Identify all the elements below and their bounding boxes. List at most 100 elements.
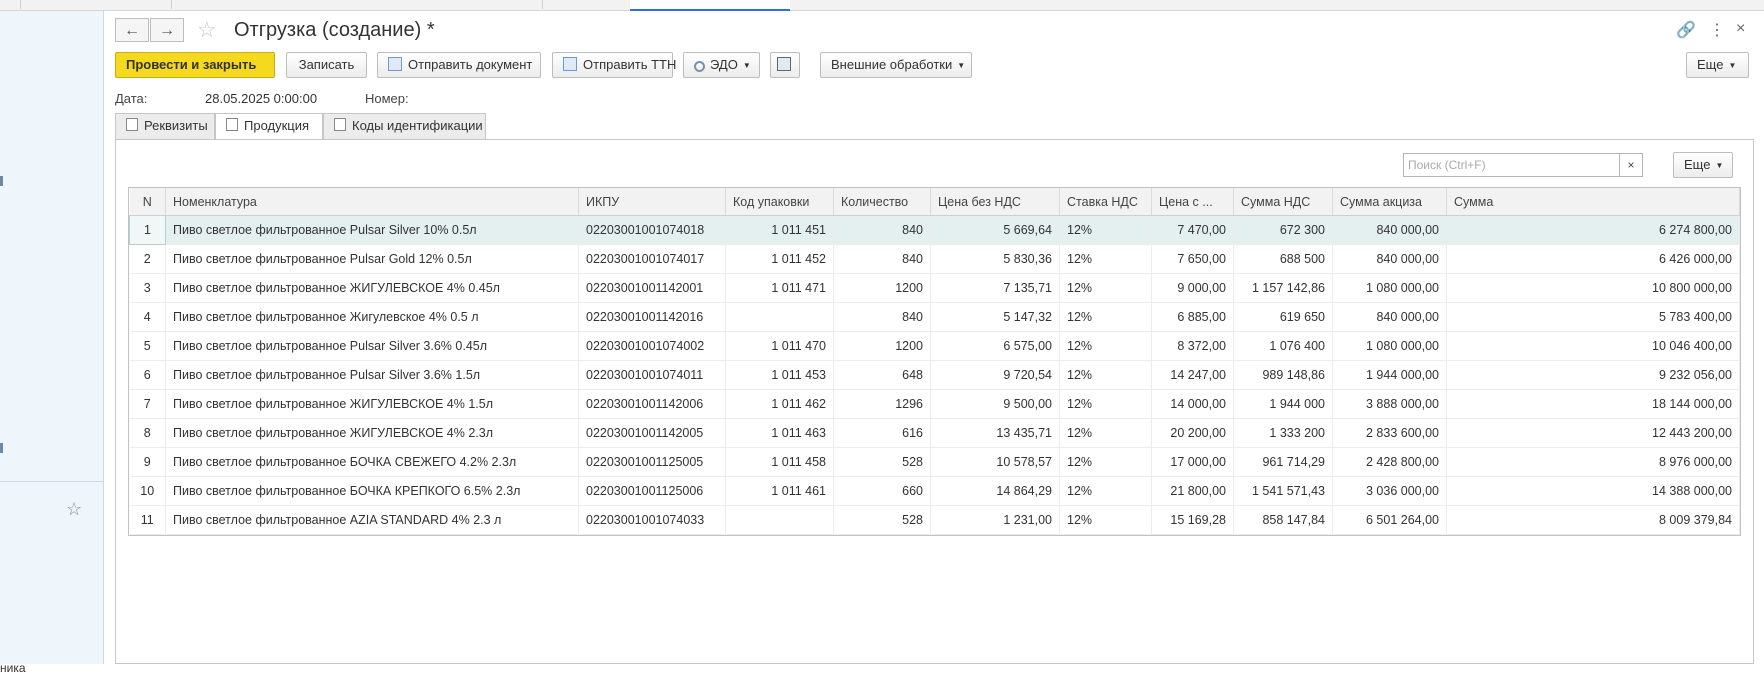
- table-cell[interactable]: 14 247,00: [1151, 360, 1234, 390]
- column-header[interactable]: N: [129, 188, 166, 216]
- table-row[interactable]: 11 Пиво светлое фильтрованное AZIA STANDA…: [129, 505, 1740, 535]
- table-row[interactable]: 8 Пиво светлое фильтрованное ЖИГУЛЕВСКОЕ …: [129, 418, 1740, 448]
- table-cell[interactable]: 528: [833, 447, 931, 477]
- table-cell[interactable]: 1 157 142,86: [1233, 273, 1333, 303]
- table-cell[interactable]: 840 000,00: [1332, 244, 1447, 274]
- table-cell[interactable]: 2 428 800,00: [1332, 447, 1447, 477]
- tab-requisites[interactable]: Реквизиты: [115, 113, 215, 139]
- table-cell[interactable]: 9 720,54: [930, 360, 1060, 390]
- table-cell[interactable]: 1 231,00: [930, 505, 1060, 535]
- table-cell[interactable]: 1 011 471: [725, 273, 834, 303]
- top-tab[interactable]: [20, 0, 172, 9]
- external-processing-button[interactable]: Внешние обработки ▼: [820, 52, 972, 78]
- table-cell[interactable]: Пиво светлое фильтрованное Pulsar Silver…: [165, 360, 579, 390]
- table-cell[interactable]: 15 169,28: [1151, 505, 1234, 535]
- table-cell[interactable]: 21 800,00: [1151, 476, 1234, 506]
- table-cell[interactable]: 12%: [1059, 389, 1152, 419]
- table-cell[interactable]: 7 135,71: [930, 273, 1060, 303]
- table-cell[interactable]: 1 011 453: [725, 360, 834, 390]
- table-cell[interactable]: 7 650,00: [1151, 244, 1234, 274]
- table-cell[interactable]: 1 011 452: [725, 244, 834, 274]
- table-cell[interactable]: 7 470,00: [1151, 215, 1234, 245]
- table-cell[interactable]: 02203001001074017: [578, 244, 726, 274]
- back-button[interactable]: ←: [115, 18, 149, 42]
- column-header[interactable]: Количество: [833, 188, 931, 216]
- table-row[interactable]: 4 Пиво светлое фильтрованное Жигулевское …: [129, 302, 1740, 332]
- table-cell[interactable]: 961 714,29: [1233, 447, 1333, 477]
- table-cell[interactable]: 02203001001142006: [578, 389, 726, 419]
- table-cell[interactable]: 619 650: [1233, 302, 1333, 332]
- table-cell[interactable]: Пиво светлое фильтрованное БОЧКА СВЕЖЕГО…: [165, 447, 579, 477]
- table-more-button[interactable]: Еще ▼: [1673, 152, 1733, 178]
- table-cell[interactable]: 12%: [1059, 215, 1152, 245]
- table-cell[interactable]: 6 274 800,00: [1446, 215, 1740, 245]
- table-cell[interactable]: 1 944 000: [1233, 389, 1333, 419]
- table-cell[interactable]: 10 800 000,00: [1446, 273, 1740, 303]
- table-cell[interactable]: 1200: [833, 331, 931, 361]
- table-cell[interactable]: 9 232 056,00: [1446, 360, 1740, 390]
- table-row[interactable]: 3 Пиво светлое фильтрованное ЖИГУЛЕВСКОЕ …: [129, 273, 1740, 303]
- table-cell[interactable]: 1 944 000,00: [1332, 360, 1447, 390]
- table-cell[interactable]: 1 080 000,00: [1332, 331, 1447, 361]
- table-cell[interactable]: 14 388 000,00: [1446, 476, 1740, 506]
- table-cell[interactable]: 02203001001125005: [578, 447, 726, 477]
- table-cell[interactable]: 1 011 458: [725, 447, 834, 477]
- table-cell[interactable]: Пиво светлое фильтрованное AZIA STANDARD…: [165, 505, 579, 535]
- post-and-close-button[interactable]: Провести и закрыть: [115, 52, 275, 78]
- table-cell[interactable]: 12%: [1059, 244, 1152, 274]
- table-cell[interactable]: 12%: [1059, 302, 1152, 332]
- table-cell[interactable]: 10 046 400,00: [1446, 331, 1740, 361]
- table-cell[interactable]: 12%: [1059, 476, 1152, 506]
- table-cell[interactable]: 10 578,57: [930, 447, 1060, 477]
- table-cell[interactable]: 02203001001074002: [578, 331, 726, 361]
- link-icon[interactable]: 🔗: [1676, 20, 1696, 40]
- table-cell[interactable]: 18 144 000,00: [1446, 389, 1740, 419]
- table-cell[interactable]: 10: [129, 476, 166, 506]
- table-cell[interactable]: 02203001001142001: [578, 273, 726, 303]
- column-header[interactable]: Цена с ...: [1151, 188, 1234, 216]
- table-cell[interactable]: 1200: [833, 273, 931, 303]
- table-cell[interactable]: 3 036 000,00: [1332, 476, 1447, 506]
- table-cell[interactable]: Пиво светлое фильтрованное ЖИГУЛЕВСКОЕ 4…: [165, 273, 579, 303]
- table-cell[interactable]: 3: [129, 273, 166, 303]
- table-cell[interactable]: 1296: [833, 389, 931, 419]
- table-cell[interactable]: 02203001001142016: [578, 302, 726, 332]
- column-header[interactable]: Сумма НДС: [1233, 188, 1333, 216]
- table-cell[interactable]: 6 575,00: [930, 331, 1060, 361]
- table-cell[interactable]: 1 080 000,00: [1332, 273, 1447, 303]
- table-cell[interactable]: 1 333 200: [1233, 418, 1333, 448]
- table-cell[interactable]: 5: [129, 331, 166, 361]
- table-cell[interactable]: 02203001001074011: [578, 360, 726, 390]
- table-cell[interactable]: 858 147,84: [1233, 505, 1333, 535]
- close-icon[interactable]: ×: [1736, 20, 1745, 38]
- table-cell[interactable]: 6 501 264,00: [1332, 505, 1447, 535]
- table-cell[interactable]: 12%: [1059, 331, 1152, 361]
- table-cell[interactable]: [725, 302, 834, 332]
- table-cell[interactable]: 5 147,32: [930, 302, 1060, 332]
- column-header[interactable]: Код упаковки: [725, 188, 834, 216]
- table-cell[interactable]: 660: [833, 476, 931, 506]
- table-cell[interactable]: 5 669,64: [930, 215, 1060, 245]
- table-cell[interactable]: 6: [129, 360, 166, 390]
- table-row[interactable]: 9 Пиво светлое фильтрованное БОЧКА СВЕЖЕГ…: [129, 447, 1740, 477]
- table-cell[interactable]: 9 500,00: [930, 389, 1060, 419]
- table-row[interactable]: 1 Пиво светлое фильтрованное Pulsar Silve…: [129, 215, 1740, 245]
- table-cell[interactable]: 1 011 462: [725, 389, 834, 419]
- forward-button[interactable]: →: [150, 18, 184, 42]
- top-tab[interactable]: [542, 0, 632, 9]
- more-menu-icon[interactable]: ⋮: [1709, 20, 1725, 40]
- table-cell[interactable]: 1: [129, 215, 166, 245]
- tab-identification-codes[interactable]: Коды идентификации: [323, 113, 486, 139]
- table-cell[interactable]: 840 000,00: [1332, 215, 1447, 245]
- table-cell[interactable]: 12%: [1059, 360, 1152, 390]
- table-cell[interactable]: 1 011 463: [725, 418, 834, 448]
- table-cell[interactable]: 1 011 461: [725, 476, 834, 506]
- table-cell[interactable]: Пиво светлое фильтрованное Pulsar Silver…: [165, 331, 579, 361]
- table-row[interactable]: 6 Пиво светлое фильтрованное Pulsar Silve…: [129, 360, 1740, 390]
- print-button[interactable]: [770, 52, 800, 78]
- table-cell[interactable]: 3 888 000,00: [1332, 389, 1447, 419]
- table-cell[interactable]: 8 976 000,00: [1446, 447, 1740, 477]
- column-header[interactable]: Сумма: [1446, 188, 1740, 216]
- table-cell[interactable]: 9 000,00: [1151, 273, 1234, 303]
- table-cell[interactable]: 7: [129, 389, 166, 419]
